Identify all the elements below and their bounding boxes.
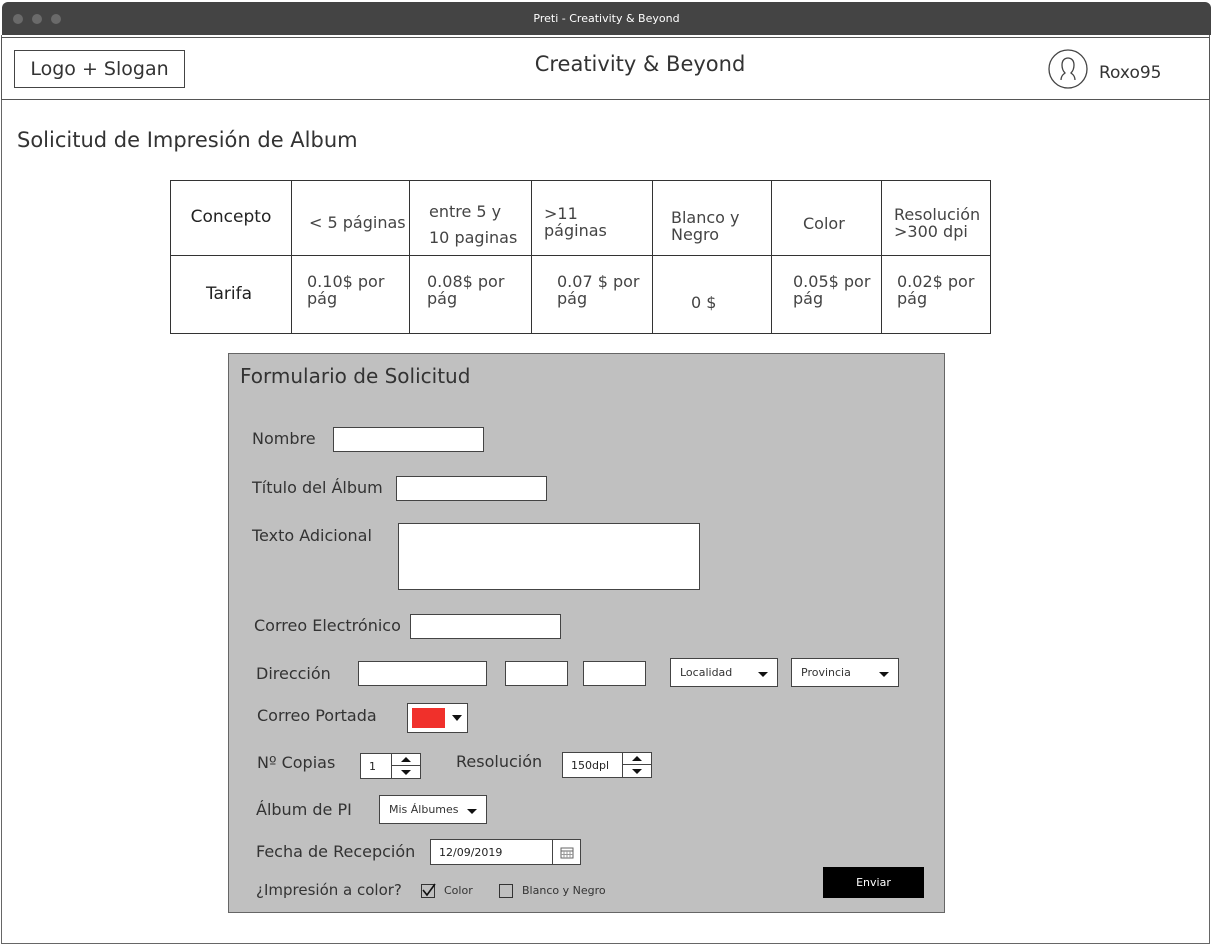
album-pi-select-value: Mis Álbumes [389, 803, 459, 816]
table-cell: 0.05$ por pág [793, 272, 871, 308]
address-floor-input[interactable] [583, 661, 646, 686]
extra-text-textarea[interactable] [398, 523, 700, 590]
province-select-value: Provincia [801, 666, 851, 679]
calendar-icon[interactable] [552, 839, 581, 865]
table-cell: 0.08$ por pág [427, 272, 505, 308]
color-option-label: Color [444, 884, 473, 897]
locality-select[interactable]: Localidad [670, 658, 778, 687]
color-print-label: ¿Impresión a color? [256, 881, 402, 899]
table-header-cell: Concepto [190, 207, 272, 228]
resolution-stepper[interactable]: 150dpl [562, 752, 652, 778]
arrow-down-icon[interactable] [401, 770, 411, 775]
stepper-up-button[interactable] [392, 754, 420, 766]
album-title-label: Título del Álbum [252, 478, 383, 497]
table-row-label: Tarifa [205, 284, 253, 305]
table-cell: 0.07 $ por pág [557, 272, 640, 308]
album-title-input[interactable] [396, 476, 547, 501]
chevron-down-icon [452, 715, 462, 721]
album-pi-label: Álbum de PI [256, 800, 352, 819]
table-header-cell: entre 5 y 10 paginas [429, 202, 518, 247]
locality-select-value: Localidad [680, 666, 733, 679]
email-label: Correo Electrónico [254, 616, 401, 635]
copies-label: Nº Copias [257, 753, 336, 772]
bw-checkbox[interactable] [499, 884, 513, 898]
submit-button[interactable]: Enviar [823, 867, 924, 898]
table-cell: 0.10$ por pág [307, 272, 385, 308]
site-title: Creativity & Beyond [534, 52, 746, 76]
chevron-down-icon [758, 672, 768, 677]
window-titlebar: Preti - Creativity & Beyond [2, 2, 1211, 35]
resolution-label: Resolución [456, 752, 543, 771]
color-swatch [412, 708, 445, 728]
table-cell: 0.02$ por pág [897, 272, 975, 308]
name-label: Nombre [252, 429, 316, 448]
rate-table: Concepto < 5 páginas entre 5 y 10 pagina… [170, 180, 991, 334]
address-label: Dirección [256, 664, 331, 683]
cover-color-picker[interactable] [407, 703, 468, 733]
arrow-down-icon[interactable] [632, 769, 642, 774]
resolution-value: 150dpl [571, 758, 610, 772]
date-value: 12/09/2019 [439, 845, 503, 859]
page-title: Solicitud de Impresión de Album [17, 128, 358, 152]
address-street-input[interactable] [358, 661, 487, 686]
stepper-up-button[interactable] [623, 753, 651, 765]
table-header-cell: Resolución >300 dpi [894, 205, 981, 241]
album-pi-select[interactable]: Mis Álbumes [379, 795, 487, 824]
province-select[interactable]: Provincia [791, 658, 899, 687]
logo[interactable]: Logo + Slogan [14, 50, 185, 88]
window-title: Preti - Creativity & Beyond [533, 12, 680, 25]
copies-value: 1 [369, 759, 376, 773]
username[interactable]: Roxo95 [1099, 63, 1162, 83]
table-cell: 0 $ [691, 292, 717, 312]
arrow-up-icon [401, 757, 411, 762]
copies-stepper[interactable]: 1 [360, 753, 421, 779]
date-input[interactable]: 12/09/2019 [430, 839, 581, 865]
form-title: Formulario de Solicitud [240, 364, 471, 388]
checkmark-icon [422, 883, 436, 897]
email-input[interactable] [410, 614, 561, 639]
table-header-cell: >11 páginas [544, 204, 607, 240]
table-header-cell: < 5 páginas [309, 212, 406, 232]
chevron-down-icon [879, 672, 889, 677]
table-header-cell: Color [803, 213, 845, 233]
color-checkbox[interactable] [421, 883, 436, 898]
arrow-up-icon [632, 756, 642, 761]
address-number-input[interactable] [505, 661, 568, 686]
extra-text-label: Texto Adicional [252, 526, 372, 545]
user-avatar-icon[interactable] [1048, 49, 1088, 89]
date-label: Fecha de Recepción [256, 842, 416, 861]
name-input[interactable] [333, 427, 484, 452]
cover-label: Correo Portada [257, 706, 377, 725]
bw-option-label: Blanco y Negro [522, 884, 606, 897]
chevron-down-icon [467, 809, 477, 814]
